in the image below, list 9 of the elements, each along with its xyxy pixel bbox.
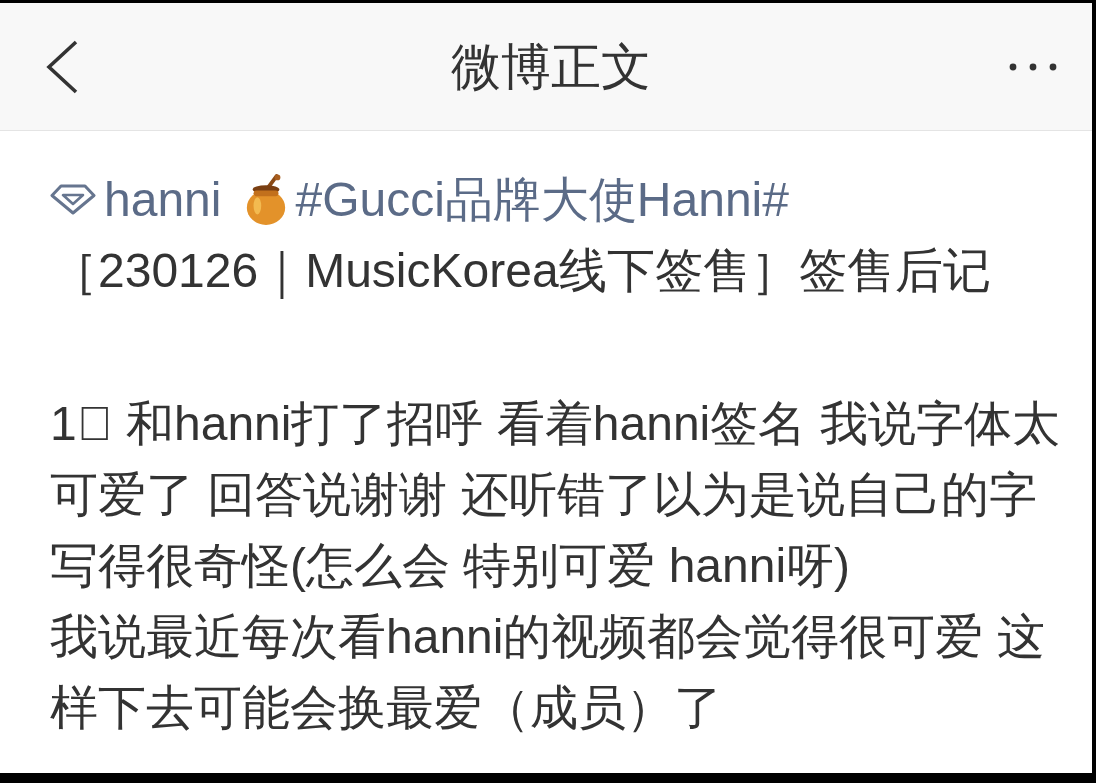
post-paragraph: 我说最近每次看hanni的视频都会觉得很可爱 这样下去可能会换最爱（成员）了 bbox=[50, 609, 1046, 736]
post-paragraph: 1⃣ 和hanni打了招呼 看着hanni签名 我说字体太可爱了 回答说谢谢 还听错了以为是说自己的字写得很奇怪(怎么会 特别可爱 hanni呀) bbox=[50, 396, 1061, 594]
back-icon[interactable] bbox=[45, 39, 79, 94]
hashtag-link[interactable]: #Gucci品牌大使Hanni# bbox=[295, 164, 789, 235]
diamond-icon bbox=[50, 184, 96, 215]
username-link[interactable]: hanni bbox=[104, 164, 222, 235]
more-icon[interactable] bbox=[1009, 62, 1057, 71]
post-heading: ［230126｜MusicKorea线下签售］签售后记 bbox=[50, 243, 992, 301]
page-title: 微博正文 bbox=[450, 37, 652, 97]
